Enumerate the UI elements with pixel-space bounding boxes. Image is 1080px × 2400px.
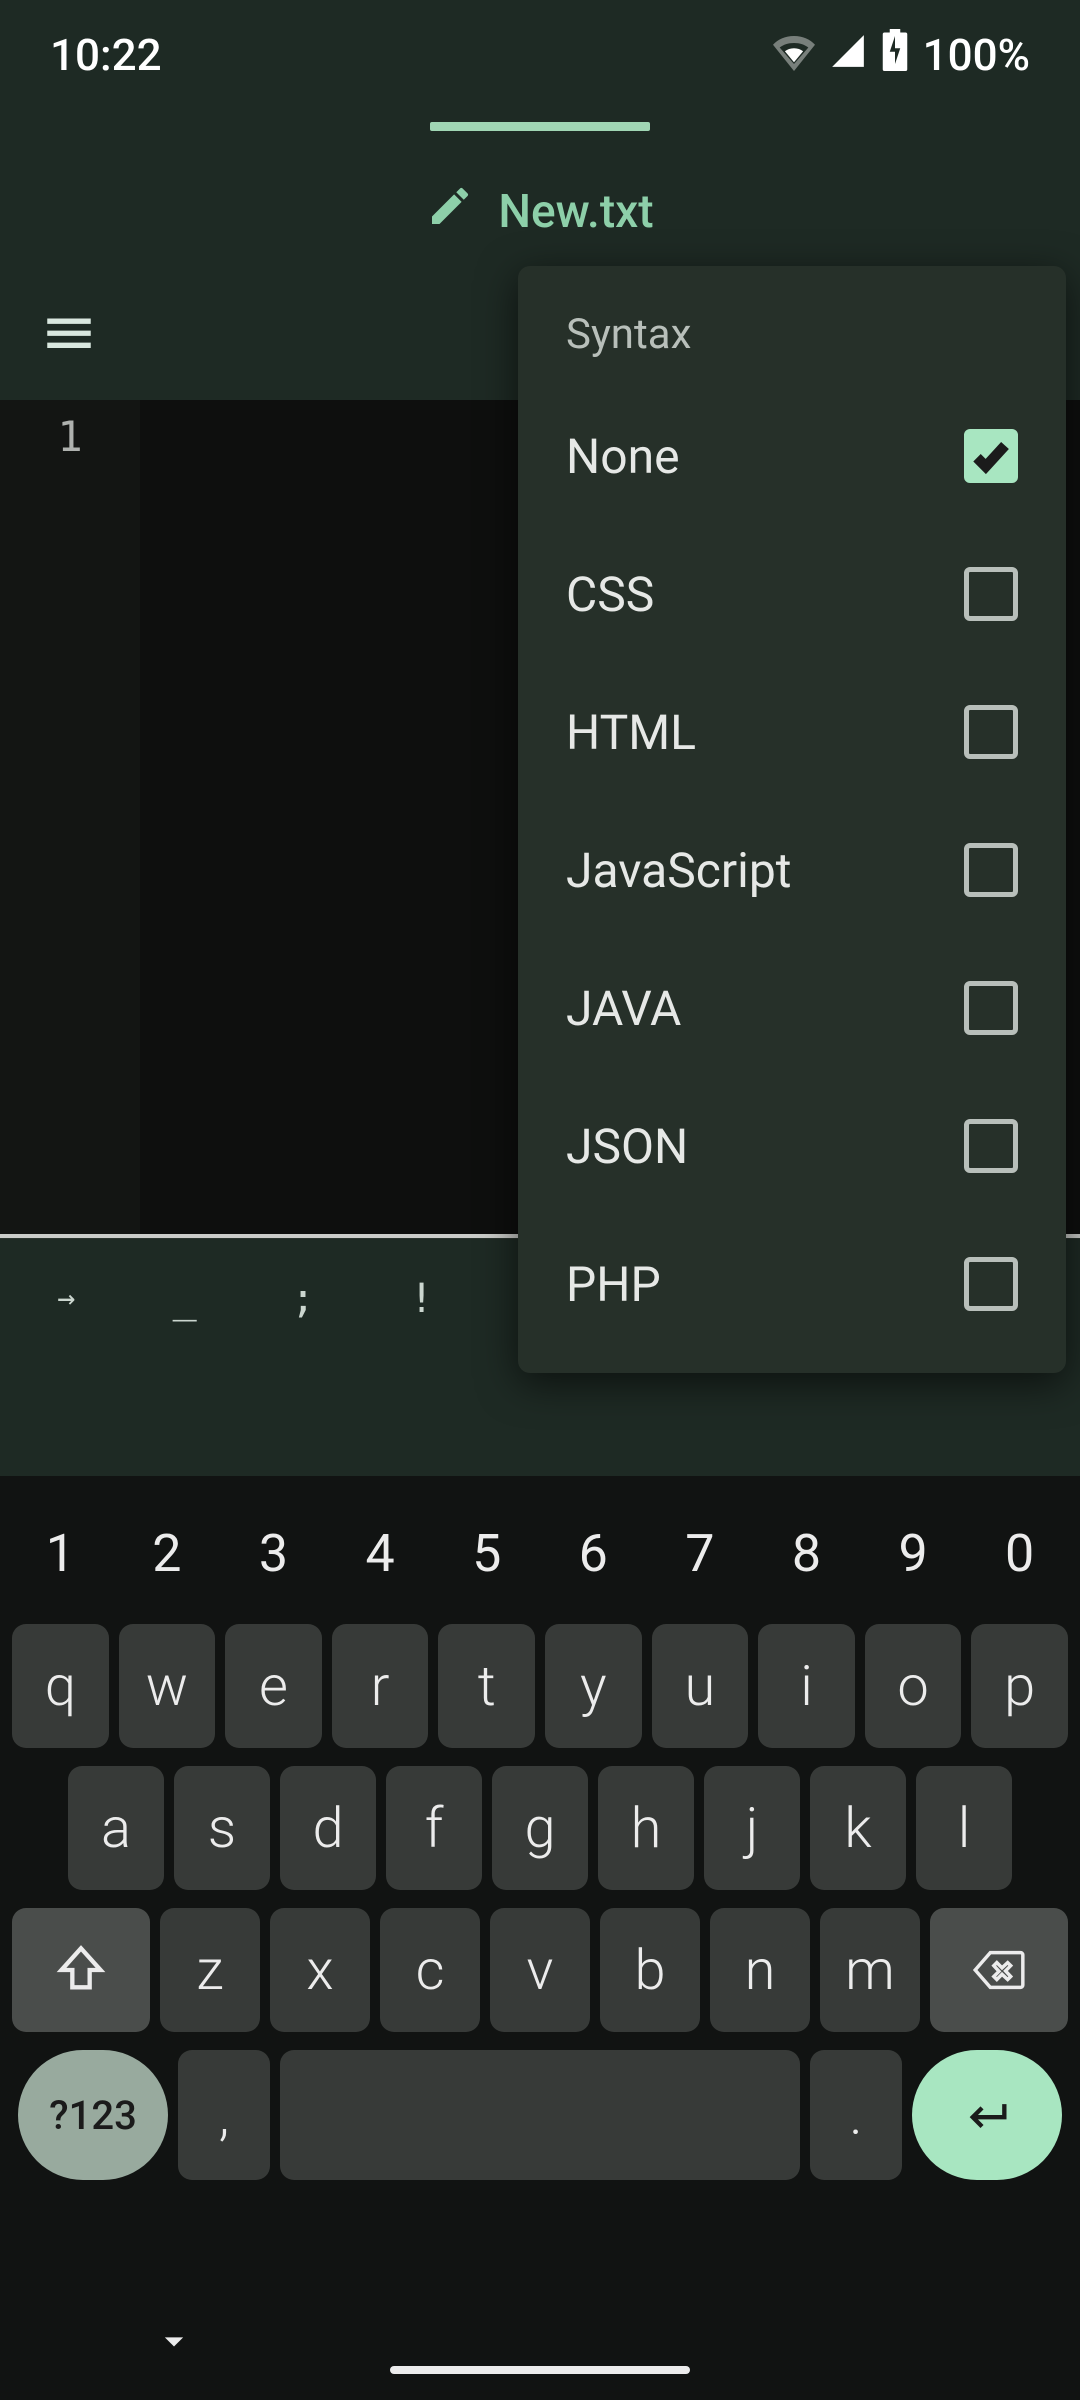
key-shift[interactable] — [12, 1908, 150, 2032]
syntax-option-javascript[interactable]: JavaScript — [518, 801, 1066, 939]
syntax-option-html[interactable]: HTML — [518, 663, 1066, 801]
key-6[interactable]: 6 — [545, 1500, 642, 1606]
nav-handle[interactable] — [390, 2366, 690, 2374]
key-x[interactable]: x — [270, 1908, 370, 2032]
key-p[interactable]: p — [971, 1624, 1068, 1748]
checkbox-icon[interactable] — [964, 429, 1018, 483]
nav-bar — [12, 2298, 1068, 2388]
key-y[interactable]: y — [545, 1624, 642, 1748]
key-s[interactable]: s — [174, 1766, 270, 1890]
key-v[interactable]: v — [490, 1908, 590, 2032]
key-l[interactable]: l — [916, 1766, 1012, 1890]
key-m[interactable]: m — [820, 1908, 920, 2032]
menu-button[interactable] — [40, 304, 98, 366]
status-time: 10:22 — [50, 29, 162, 81]
key-1[interactable]: 1 — [12, 1500, 109, 1606]
tab-strip: New.txt — [0, 110, 1080, 270]
key-g[interactable]: g — [492, 1766, 588, 1890]
symbol-key[interactable]: ! — [365, 1276, 477, 1322]
syntax-option-css[interactable]: CSS — [518, 525, 1066, 663]
key-b[interactable]: b — [600, 1908, 700, 2032]
key-e[interactable]: e — [225, 1624, 322, 1748]
status-icons: 100% — [773, 29, 1030, 82]
key-7[interactable]: 7 — [652, 1500, 749, 1606]
keyboard-row-3: z x c v b n m — [12, 1908, 1068, 2032]
battery-icon — [881, 29, 909, 82]
checkbox-icon[interactable] — [964, 981, 1018, 1035]
symbol-key[interactable]: ; — [247, 1276, 359, 1322]
key-2[interactable]: 2 — [119, 1500, 216, 1606]
popup-title: Syntax — [518, 302, 1066, 387]
checkbox-icon[interactable] — [964, 1257, 1018, 1311]
tab-filename: New.txt — [498, 185, 653, 239]
line-gutter: 1 — [0, 400, 140, 1234]
pencil-icon — [426, 182, 474, 242]
syntax-option-label: JavaScript — [566, 842, 791, 899]
status-bar: 10:22 100% — [0, 0, 1080, 110]
checkbox-icon[interactable] — [964, 1119, 1018, 1173]
key-backspace[interactable] — [930, 1908, 1068, 2032]
checkbox-icon[interactable] — [964, 567, 1018, 621]
syntax-option-label: HTML — [566, 704, 696, 761]
key-5[interactable]: 5 — [438, 1500, 535, 1606]
key-z[interactable]: z — [160, 1908, 260, 2032]
key-d[interactable]: d — [280, 1766, 376, 1890]
symbol-key[interactable]: → — [10, 1281, 122, 1316]
key-t[interactable]: t — [438, 1624, 535, 1748]
key-h[interactable]: h — [598, 1766, 694, 1890]
key-a[interactable]: a — [68, 1766, 164, 1890]
key-0[interactable]: 0 — [971, 1500, 1068, 1606]
tab-new-file[interactable]: New.txt — [426, 182, 653, 242]
syntax-option-json[interactable]: JSON — [518, 1077, 1066, 1215]
syntax-option-label: CSS — [566, 566, 654, 623]
line-number: 1 — [0, 412, 140, 461]
key-3[interactable]: 3 — [225, 1500, 322, 1606]
key-4[interactable]: 4 — [332, 1500, 429, 1606]
battery-percent: 100% — [923, 29, 1030, 81]
key-8[interactable]: 8 — [758, 1500, 855, 1606]
key-o[interactable]: o — [865, 1624, 962, 1748]
key-9[interactable]: 9 — [865, 1500, 962, 1606]
key-enter[interactable] — [912, 2050, 1062, 2180]
tab-indicator — [430, 122, 650, 131]
syntax-option-none[interactable]: None — [518, 387, 1066, 525]
key-w[interactable]: w — [119, 1624, 216, 1748]
key-c[interactable]: c — [380, 1908, 480, 2032]
key-period[interactable]: . — [810, 2050, 902, 2180]
key-comma[interactable]: , — [178, 2050, 270, 2180]
keyboard: 1 2 3 4 5 6 7 8 9 0 q w e r t y u i o p … — [0, 1476, 1080, 2400]
syntax-option-label: PHP — [566, 1256, 661, 1313]
syntax-option-label: None — [566, 428, 680, 485]
key-n[interactable]: n — [710, 1908, 810, 2032]
key-k[interactable]: k — [810, 1766, 906, 1890]
key-u[interactable]: u — [652, 1624, 749, 1748]
syntax-popup: Syntax None CSS HTML JavaScript JAVA JSON PHP — [518, 266, 1066, 1373]
keyboard-row-1: q w e r t y u i o p — [12, 1624, 1068, 1748]
wifi-icon — [773, 29, 815, 82]
key-i[interactable]: i — [758, 1624, 855, 1748]
syntax-option-php[interactable]: PHP — [518, 1215, 1066, 1353]
signal-icon — [829, 29, 867, 81]
keyboard-row-4: ?123 , . — [12, 2050, 1068, 2180]
syntax-option-label: JAVA — [566, 980, 681, 1037]
checkbox-icon[interactable] — [964, 843, 1018, 897]
key-q[interactable]: q — [12, 1624, 109, 1748]
key-mode-switch[interactable]: ?123 — [18, 2050, 168, 2180]
key-j[interactable]: j — [704, 1766, 800, 1890]
checkbox-icon[interactable] — [964, 705, 1018, 759]
keyboard-number-row: 1 2 3 4 5 6 7 8 9 0 — [12, 1500, 1068, 1606]
key-r[interactable]: r — [332, 1624, 429, 1748]
hide-keyboard-icon[interactable] — [152, 2319, 196, 2367]
key-f[interactable]: f — [386, 1766, 482, 1890]
syntax-option-label: JSON — [566, 1118, 688, 1175]
key-space[interactable] — [280, 2050, 800, 2180]
symbol-key[interactable]: _ — [128, 1276, 240, 1322]
syntax-option-java[interactable]: JAVA — [518, 939, 1066, 1077]
keyboard-row-2: a s d f g h j k l — [12, 1766, 1068, 1890]
